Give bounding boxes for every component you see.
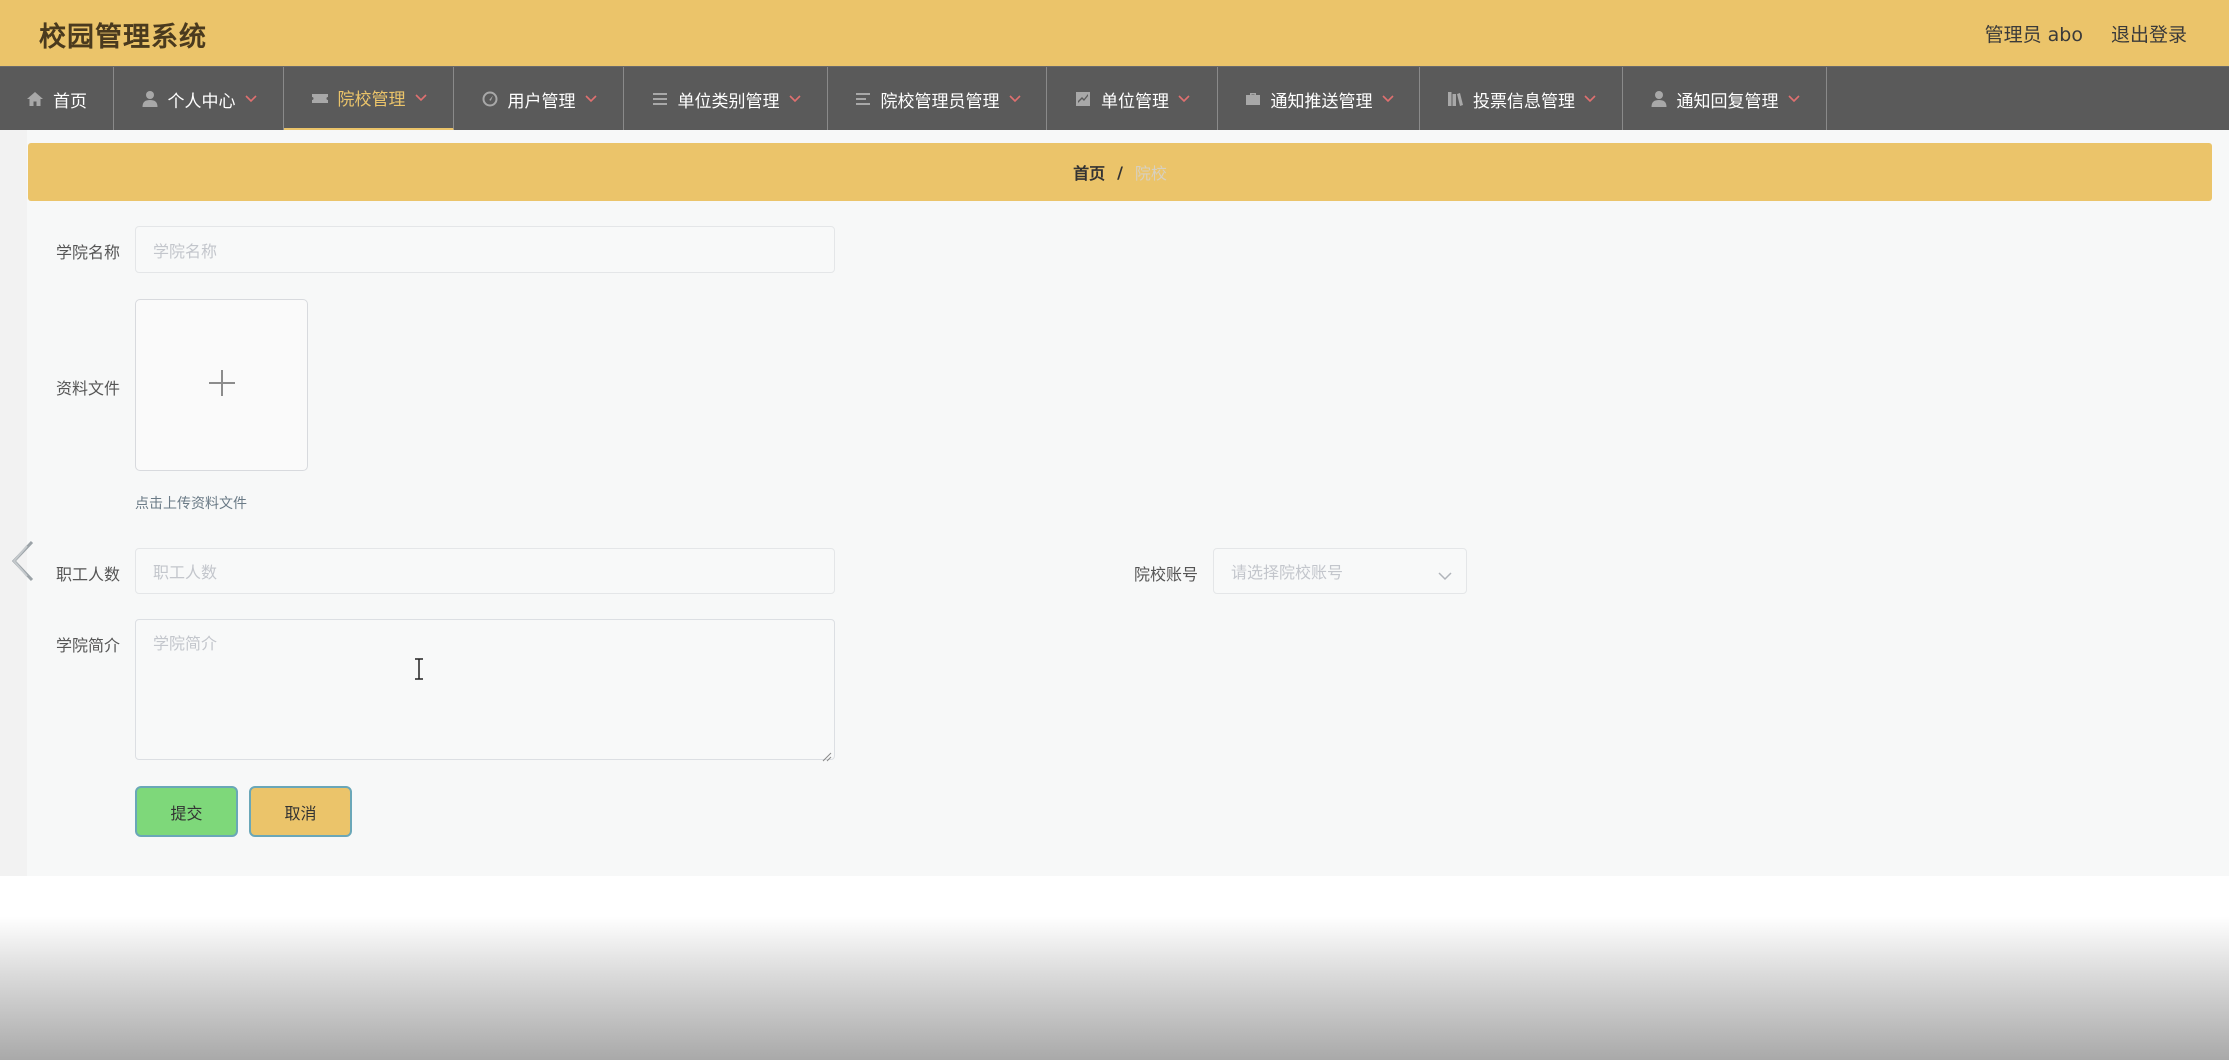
nav-item-label: 用户管理 — [507, 91, 576, 112]
staff-count-placeholder: 职工人数 — [153, 563, 218, 582]
main-nav: 首页 个人中心 院校管理 用户管理 单位类别管理 院校管理员管理 单位管理 通知… — [0, 66, 2229, 131]
college-name-input[interactable]: 学院名称 — [135, 226, 835, 273]
account-placeholder: 请选择院校账号 — [1231, 563, 1344, 582]
chevron-down-icon — [1178, 95, 1190, 103]
top-header: 校园管理系统 管理员 abo 退出登录 — [0, 0, 2229, 66]
chevron-down-icon — [1381, 95, 1394, 103]
staff-count-input[interactable]: 职工人数 — [135, 548, 835, 594]
intro-label: 学院简介 — [56, 636, 121, 655]
chevron-down-icon — [1584, 95, 1596, 103]
person-icon — [141, 90, 159, 108]
text-cursor-icon — [413, 658, 425, 680]
cancel-button[interactable]: 取消 — [249, 786, 352, 837]
nav-item-profile[interactable]: 个人中心 — [114, 67, 284, 131]
nav-item-notice-push[interactable]: 通知推送管理 — [1218, 67, 1420, 131]
current-user: 管理员 abo — [1984, 24, 2083, 46]
nav-item-vote-info[interactable]: 投票信息管理 — [1420, 67, 1623, 131]
file-label: 资料文件 — [56, 379, 121, 398]
nav-item-label: 通知推送管理 — [1270, 91, 1373, 112]
person-icon — [1650, 90, 1668, 108]
chevron-down-icon — [244, 95, 257, 103]
account-label: 院校账号 — [1134, 565, 1199, 584]
submit-button[interactable]: 提交 — [135, 786, 238, 837]
account-select[interactable]: 请选择院校账号 — [1213, 548, 1467, 594]
chevron-down-icon — [1438, 566, 1452, 581]
nav-item-units[interactable]: 单位管理 — [1047, 67, 1218, 131]
briefcase-icon — [1244, 90, 1262, 108]
ticket-icon — [311, 89, 329, 107]
intro-placeholder: 学院简介 — [153, 634, 218, 653]
college-name-placeholder: 学院名称 — [153, 241, 218, 261]
chevron-down-icon — [1787, 95, 1800, 103]
breadcrumb-current: 院校 — [1134, 164, 1167, 183]
chevron-down-icon — [414, 93, 427, 102]
breadcrumb-separator: / — [1117, 162, 1123, 182]
chevron-down-icon — [1008, 95, 1021, 103]
nav-item-label: 单位管理 — [1101, 91, 1169, 112]
chart-icon — [1074, 90, 1092, 108]
nav-item-label: 首页 — [53, 91, 87, 112]
college-name-label: 学院名称 — [56, 243, 121, 262]
breadcrumb-home[interactable]: 首页 — [1073, 160, 1105, 184]
nav-item-college[interactable]: 院校管理 — [284, 67, 454, 131]
chevron-down-icon — [788, 95, 801, 103]
app-title: 校园管理系统 — [39, 22, 207, 53]
chevron-down-icon — [584, 95, 597, 103]
collapse-arrow-icon[interactable] — [8, 540, 36, 582]
content-left-strip — [0, 130, 27, 876]
nav-item-unit-category[interactable]: 单位类别管理 — [624, 67, 828, 131]
staff-count-label: 职工人数 — [56, 565, 121, 584]
nav-item-users[interactable]: 用户管理 — [454, 67, 624, 131]
books-icon — [1446, 90, 1464, 108]
nav-item-label: 通知回复管理 — [1676, 91, 1779, 112]
nav-item-notice-reply[interactable]: 通知回复管理 — [1623, 67, 1827, 131]
nav-item-college-admin[interactable]: 院校管理员管理 — [828, 67, 1047, 131]
nav-item-label: 投票信息管理 — [1473, 91, 1575, 112]
nav-item-label: 个人中心 — [167, 91, 236, 112]
resize-grip-icon[interactable] — [822, 747, 832, 762]
plus-icon — [207, 368, 237, 402]
intro-textarea[interactable]: 学院简介 — [135, 619, 835, 762]
list-icon — [651, 90, 669, 108]
bottom-shadow — [0, 876, 2229, 1060]
nav-item-label: 单位类别管理 — [677, 91, 780, 112]
nav-item-label: 院校管理员管理 — [880, 91, 1000, 112]
nav-item-home[interactable]: 首页 — [0, 67, 114, 131]
nav-item-label: 院校管理 — [337, 90, 406, 110]
breadcrumb: 首页 / 院校 — [28, 143, 2212, 201]
gauge-icon — [481, 90, 499, 108]
logout-link[interactable]: 退出登录 — [2111, 20, 2187, 47]
file-upload-box[interactable] — [135, 299, 308, 471]
upload-hint: 点击上传资料文件 — [135, 496, 247, 512]
home-icon — [26, 90, 44, 108]
list-icon — [854, 90, 872, 108]
